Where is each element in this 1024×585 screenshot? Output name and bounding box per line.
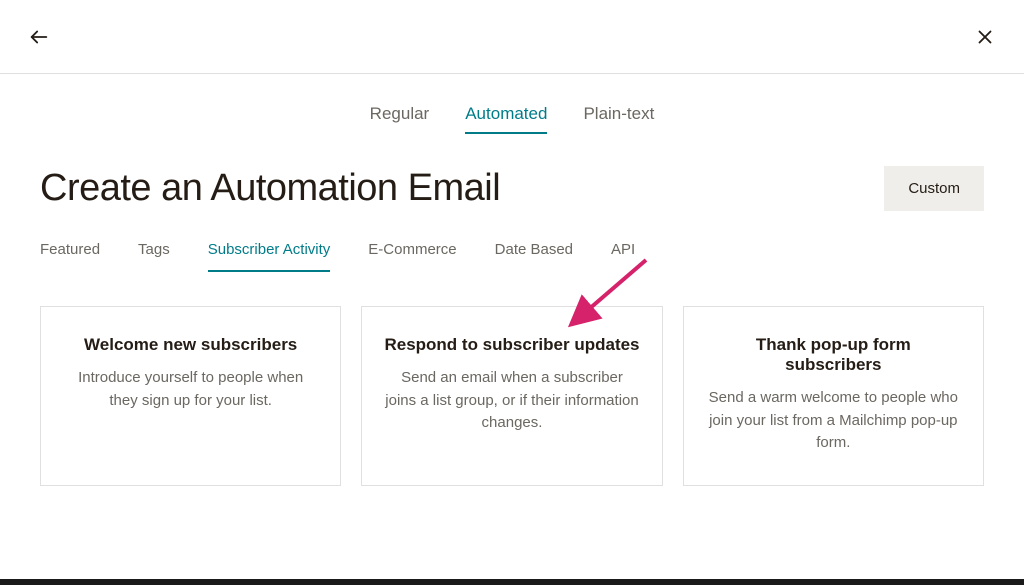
card-description: Send an email when a subscriber joins a … — [384, 367, 639, 435]
custom-button[interactable]: Custom — [884, 166, 984, 211]
main-content: Create an Automation Email Custom Featur… — [0, 152, 1024, 486]
arrow-left-icon — [28, 26, 50, 48]
card-description: Introduce yourself to people when they s… — [63, 367, 318, 412]
bottom-bar — [0, 579, 1024, 585]
tab-regular[interactable]: Regular — [370, 104, 430, 134]
tab-automated[interactable]: Automated — [465, 104, 547, 134]
subtab-date-based[interactable]: Date Based — [495, 241, 573, 272]
card-welcome-subscribers[interactable]: Welcome new subscribers Introduce yourse… — [40, 306, 341, 486]
card-title: Thank pop-up form subscribers — [706, 335, 961, 375]
close-icon — [974, 26, 996, 48]
back-button[interactable] — [28, 26, 50, 48]
page-title: Create an Automation Email — [40, 167, 500, 210]
header-bar — [0, 0, 1024, 74]
subtab-featured[interactable]: Featured — [40, 241, 100, 272]
card-respond-updates[interactable]: Respond to subscriber updates Send an em… — [361, 306, 662, 486]
tab-plain-text[interactable]: Plain-text — [583, 104, 654, 134]
automation-category-tabs: Featured Tags Subscriber Activity E-Comm… — [40, 241, 984, 272]
subtab-ecommerce[interactable]: E-Commerce — [368, 241, 456, 272]
close-button[interactable] — [974, 26, 996, 48]
card-title: Welcome new subscribers — [63, 335, 318, 355]
campaign-type-tabs: Regular Automated Plain-text — [0, 74, 1024, 152]
subtab-subscriber-activity[interactable]: Subscriber Activity — [208, 241, 331, 272]
card-title: Respond to subscriber updates — [384, 335, 639, 355]
card-description: Send a warm welcome to people who join y… — [706, 387, 961, 455]
title-row: Create an Automation Email Custom — [40, 166, 984, 211]
card-thank-popup[interactable]: Thank pop-up form subscribers Send a war… — [683, 306, 984, 486]
subtab-api[interactable]: API — [611, 241, 635, 272]
subtab-tags[interactable]: Tags — [138, 241, 170, 272]
automation-cards: Welcome new subscribers Introduce yourse… — [40, 306, 984, 486]
